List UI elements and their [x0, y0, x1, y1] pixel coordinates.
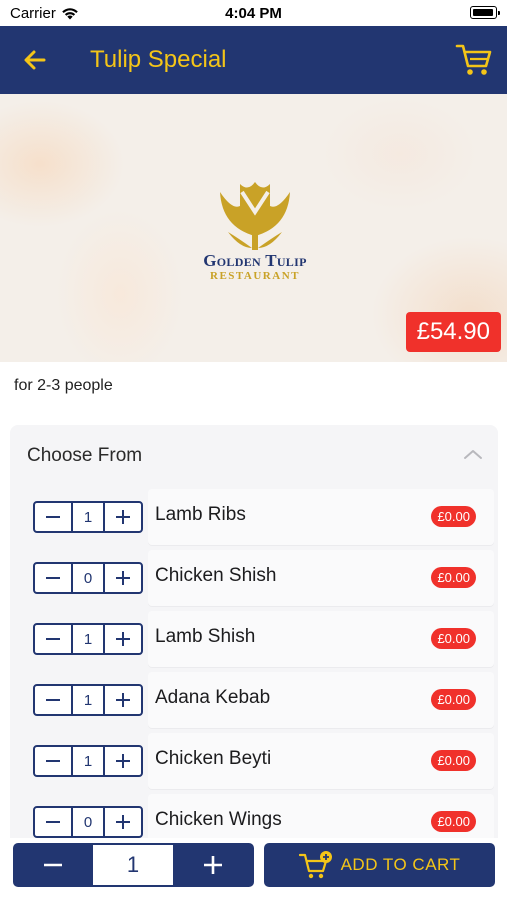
status-time: 4:04 PM — [225, 5, 282, 22]
quantity-value[interactable]: 1 — [71, 625, 105, 653]
order-quantity-value[interactable]: 1 — [93, 845, 173, 885]
minus-icon — [44, 863, 62, 867]
back-button[interactable] — [20, 45, 50, 75]
decrement-button[interactable] — [35, 747, 71, 775]
quantity-value[interactable]: 1 — [71, 747, 105, 775]
item-name: Chicken Wings — [155, 809, 282, 830]
item-name: Chicken Beyti — [155, 748, 272, 769]
increment-button[interactable] — [105, 564, 141, 592]
item-price-badge: £0.00 — [431, 628, 476, 649]
page-title: Tulip Special — [90, 46, 227, 73]
logo-subtitle: RESTAURANT — [210, 270, 300, 282]
list-item: 1 Chicken Beyti £0.00 — [10, 731, 498, 792]
item-price-badge: £0.00 — [431, 811, 476, 832]
decrement-button[interactable] — [35, 625, 71, 653]
cart-button[interactable] — [455, 42, 493, 78]
product-hero-image: Golden Tulip RESTAURANT £54.90 — [0, 94, 507, 362]
item-name: Adana Kebab — [155, 687, 271, 708]
arrow-left-icon — [24, 50, 46, 70]
options-list: 1 Lamb Ribs £0.00 0 Chicken Shish £0.00 … — [10, 487, 498, 845]
cart-icon — [455, 44, 492, 75]
minus-icon — [46, 760, 60, 762]
item-name: Lamb Shish — [155, 626, 256, 647]
minus-icon — [46, 821, 60, 823]
increment-button[interactable] — [105, 808, 141, 836]
plus-icon — [116, 815, 130, 829]
add-cart-icon — [298, 851, 332, 879]
quantity-value[interactable]: 1 — [71, 686, 105, 714]
decrement-button[interactable] — [35, 503, 71, 531]
item-price-badge: £0.00 — [431, 567, 476, 588]
add-to-cart-button[interactable]: ADD TO CART — [264, 843, 495, 887]
list-item: 1 Lamb Ribs £0.00 — [10, 487, 498, 548]
decrement-button[interactable] — [35, 686, 71, 714]
quantity-stepper: 0 — [33, 562, 143, 594]
item-name: Lamb Ribs — [155, 504, 246, 525]
quantity-value[interactable]: 0 — [71, 564, 105, 592]
minus-icon — [46, 638, 60, 640]
plus-icon — [204, 856, 222, 874]
golden-tulip-logo: Golden Tulip RESTAURANT — [180, 172, 330, 287]
order-quantity-stepper: 1 — [13, 843, 254, 887]
order-increment-button[interactable] — [173, 843, 253, 887]
chevron-up-icon[interactable] — [462, 447, 484, 461]
list-item: 1 Lamb Shish £0.00 — [10, 609, 498, 670]
minus-icon — [46, 699, 60, 701]
quantity-stepper: 1 — [33, 684, 143, 716]
plus-icon — [116, 632, 130, 646]
increment-button[interactable] — [105, 686, 141, 714]
decrement-button[interactable] — [35, 808, 71, 836]
plus-icon — [116, 754, 130, 768]
bottom-action-bar: 1 ADD TO CART — [0, 838, 507, 900]
item-name: Chicken Shish — [155, 565, 277, 586]
item-price-badge: £0.00 — [431, 506, 476, 527]
item-price-badge: £0.00 — [431, 689, 476, 710]
plus-icon — [116, 510, 130, 524]
product-price-badge: £54.90 — [405, 312, 501, 352]
minus-icon — [46, 516, 60, 518]
quantity-stepper: 1 — [33, 623, 143, 655]
item-price-badge: £0.00 — [431, 750, 476, 771]
minus-icon — [46, 577, 60, 579]
decrement-button[interactable] — [35, 564, 71, 592]
plus-icon — [116, 693, 130, 707]
app-header: Tulip Special — [0, 26, 507, 94]
order-decrement-button[interactable] — [13, 843, 93, 887]
battery-icon — [470, 6, 500, 19]
status-bar: Carrier 4:04 PM — [0, 0, 507, 26]
plus-icon — [116, 571, 130, 585]
quantity-value[interactable]: 0 — [71, 808, 105, 836]
panel-title: Choose From — [27, 445, 143, 466]
quantity-stepper: 0 — [33, 806, 143, 838]
increment-button[interactable] — [105, 747, 141, 775]
choose-from-panel: Choose From 1 Lamb Ribs £0.00 0 Chicken … — [10, 425, 498, 845]
add-to-cart-label: ADD TO CART — [340, 855, 461, 874]
increment-button[interactable] — [105, 503, 141, 531]
quantity-stepper: 1 — [33, 501, 143, 533]
list-item: 0 Chicken Shish £0.00 — [10, 548, 498, 609]
product-description: for 2-3 people — [14, 377, 113, 394]
list-item: 1 Adana Kebab £0.00 — [10, 670, 498, 731]
logo-wordmark: Golden Tulip — [203, 251, 307, 270]
quantity-value[interactable]: 1 — [71, 503, 105, 531]
quantity-stepper: 1 — [33, 745, 143, 777]
increment-button[interactable] — [105, 625, 141, 653]
